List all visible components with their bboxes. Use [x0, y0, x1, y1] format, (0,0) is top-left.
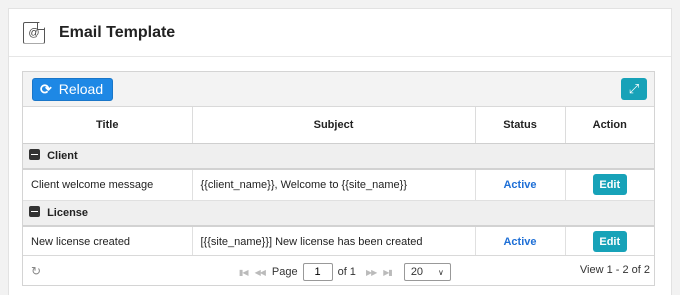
- page-size-value: 20: [410, 266, 424, 278]
- status-badge: Active: [475, 169, 566, 201]
- column-header-action[interactable]: Action: [565, 107, 654, 144]
- collapse-icon[interactable]: [29, 206, 40, 218]
- grid-pager: ↻ ▮◀ ◀◀ Page of 1 ▶▶ ▶▮ 20 ∨ View 1 - 2 …: [23, 255, 654, 285]
- collapse-icon[interactable]: [29, 149, 40, 161]
- group-row-license[interactable]: License: [23, 200, 654, 227]
- column-header-status[interactable]: Status: [475, 107, 566, 144]
- group-label: Client: [47, 150, 78, 163]
- panel-header: @ Email Template: [9, 9, 671, 57]
- prev-page-icon[interactable]: ◀◀: [255, 268, 266, 277]
- edit-button[interactable]: Edit: [592, 231, 627, 253]
- table-row[interactable]: New license created [{{site_name}}] New …: [23, 226, 654, 258]
- table-row[interactable]: Client welcome message {{client_name}}, …: [23, 169, 654, 201]
- email-template-grid: ⟳ Reload ⤢ Title Subject Status Action C…: [22, 71, 655, 286]
- template-table: Title Subject Status Action Client Clien…: [23, 107, 654, 258]
- refresh-icon: ⟳: [40, 80, 52, 97]
- cell-subject: {{client_name}}, Welcome to {{site_name}…: [192, 169, 476, 201]
- chevron-down-icon: ∨: [437, 267, 444, 277]
- reload-button[interactable]: ⟳ Reload: [32, 77, 114, 101]
- edit-button[interactable]: Edit: [592, 174, 627, 196]
- record-count: View 1 - 2 of 2: [579, 264, 650, 276]
- next-page-icon[interactable]: ▶▶: [366, 268, 377, 277]
- column-header-title[interactable]: Title: [23, 107, 193, 144]
- cell-title: New license created: [23, 226, 193, 258]
- group-label: License: [47, 207, 89, 220]
- expand-icon: ⤢: [628, 81, 640, 96]
- page-size-select[interactable]: 20 ∨: [403, 263, 451, 281]
- cell-subject: [{{site_name}}] New license has been cre…: [192, 226, 476, 258]
- email-template-panel: @ Email Template ⟳ Reload ⤢ Title Subjec…: [8, 8, 672, 295]
- first-page-icon[interactable]: ▮◀: [239, 268, 249, 277]
- column-header-subject[interactable]: Subject: [192, 107, 476, 144]
- status-badge: Active: [475, 226, 566, 258]
- expand-button[interactable]: ⤢: [621, 78, 647, 100]
- last-page-icon[interactable]: ▶▮: [383, 268, 393, 277]
- page-number-input[interactable]: [302, 263, 333, 281]
- page-label: Page: [271, 266, 298, 278]
- cell-title: Client welcome message: [23, 169, 193, 201]
- cell-action: Edit: [565, 226, 654, 258]
- page-navigation: ▮◀ ◀◀ Page of 1 ▶▶ ▶▮ 20 ∨: [239, 263, 451, 281]
- grid-toolbar: ⟳ Reload ⤢: [23, 72, 654, 107]
- table-header-row: Title Subject Status Action: [23, 107, 654, 144]
- cell-action: Edit: [565, 169, 654, 201]
- page-title: Email Template: [59, 23, 176, 41]
- group-row-client[interactable]: Client: [23, 143, 654, 170]
- email-document-icon: @: [23, 21, 45, 44]
- pager-refresh-icon[interactable]: ↻: [31, 264, 41, 278]
- page-count: of 1: [337, 266, 356, 278]
- reload-label: Reload: [58, 81, 104, 97]
